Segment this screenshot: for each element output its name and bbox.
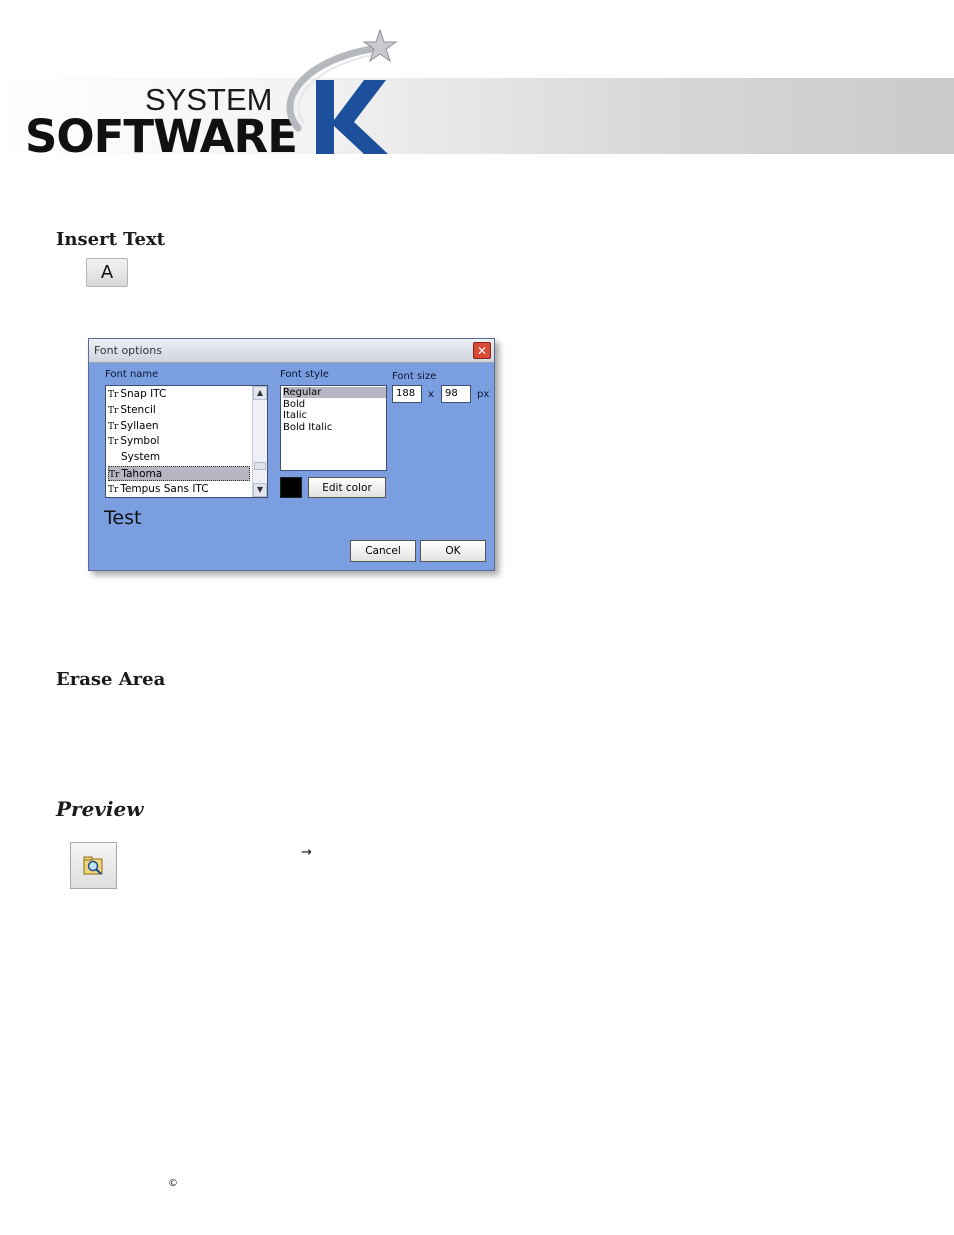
font-options-dialog: Font options ✕ Font name Font style Font… — [88, 338, 495, 571]
truetype-icon: Tr — [108, 421, 119, 432]
font-name-label: Font name — [105, 369, 159, 380]
font-name-list[interactable]: Tr Tempus Sans ITC Tr Tahoma System Tr Symbol T… — [105, 385, 268, 498]
font-list-item[interactable]: Tr Stencil — [108, 403, 250, 418]
magnifier-icon — [83, 856, 102, 875]
edit-color-button[interactable]: Edit color — [308, 477, 386, 498]
color-swatch[interactable] — [280, 477, 302, 498]
dialog-close-button[interactable]: ✕ — [473, 342, 491, 359]
font-item-label: Snap ITC — [120, 388, 167, 400]
close-icon: ✕ — [476, 343, 488, 358]
arrow-icon: → — [301, 845, 312, 860]
font-list-item[interactable]: Tr Symbol — [108, 434, 250, 449]
truetype-icon: Tr — [109, 470, 120, 480]
cancel-button[interactable]: Cancel — [350, 540, 416, 562]
scroll-down-icon[interactable]: ▼ — [253, 483, 267, 497]
font-style-item[interactable]: Bold — [283, 399, 386, 410]
font-list-item[interactable]: Tr Tahoma — [108, 466, 250, 481]
dialog-title: Font options — [94, 344, 162, 357]
copyright-symbol: © — [168, 1178, 178, 1189]
font-list-scrollbar[interactable]: ▲ ▼ — [252, 386, 267, 497]
scroll-thumb[interactable] — [254, 462, 266, 470]
size-unit: px — [477, 389, 490, 400]
font-style-item[interactable]: Bold Italic — [283, 422, 386, 433]
font-list-item[interactable]: Tr Tempus Sans ITC — [108, 482, 250, 497]
truetype-icon: Tr — [108, 437, 119, 448]
font-item-label: Syllaen — [120, 419, 159, 432]
font-list-item[interactable]: System — [108, 450, 250, 465]
font-style-item[interactable]: Italic — [283, 410, 386, 421]
scroll-up-icon[interactable]: ▲ — [253, 386, 267, 400]
insert-text-heading: Insert Text — [56, 229, 165, 250]
font-list-item[interactable]: Tr Syllaen — [108, 419, 250, 434]
dialog-title-bar[interactable]: Font options ✕ — [89, 339, 494, 363]
font-style-list[interactable]: Regular Bold Italic Bold Italic — [280, 385, 387, 471]
preview-heading: Preview — [56, 797, 144, 821]
font-style-label: Font style — [280, 369, 329, 380]
font-item-label: Tahoma — [121, 468, 163, 480]
font-item-label: Tempus Sans ITC — [120, 482, 209, 495]
preview-button[interactable] — [70, 842, 117, 889]
font-preview-text: Test — [104, 507, 142, 529]
font-item-label: Stencil — [120, 403, 156, 416]
ok-button[interactable]: OK — [420, 540, 486, 562]
truetype-icon: Tr — [108, 405, 119, 416]
font-width-input[interactable]: 188 — [392, 385, 422, 403]
font-height-input[interactable]: 98 — [441, 385, 471, 403]
font-size-label: Font size — [392, 371, 437, 382]
logo-software-text: SOFTWARE — [25, 110, 298, 163]
logo-k-emblem — [286, 28, 398, 154]
font-item-label: Symbol — [120, 435, 160, 448]
font-style-item[interactable]: Regular — [283, 387, 386, 398]
erase-area-heading: Erase Area — [56, 669, 166, 690]
text-tool-button[interactable]: A — [86, 258, 128, 287]
truetype-icon: Tr — [108, 390, 119, 400]
text-tool-icon: A — [100, 262, 114, 283]
size-separator: x — [428, 389, 434, 400]
font-list-item[interactable]: Tr Snap ITC — [108, 387, 250, 402]
truetype-icon: Tr — [108, 484, 119, 495]
font-item-label: System — [121, 451, 161, 464]
